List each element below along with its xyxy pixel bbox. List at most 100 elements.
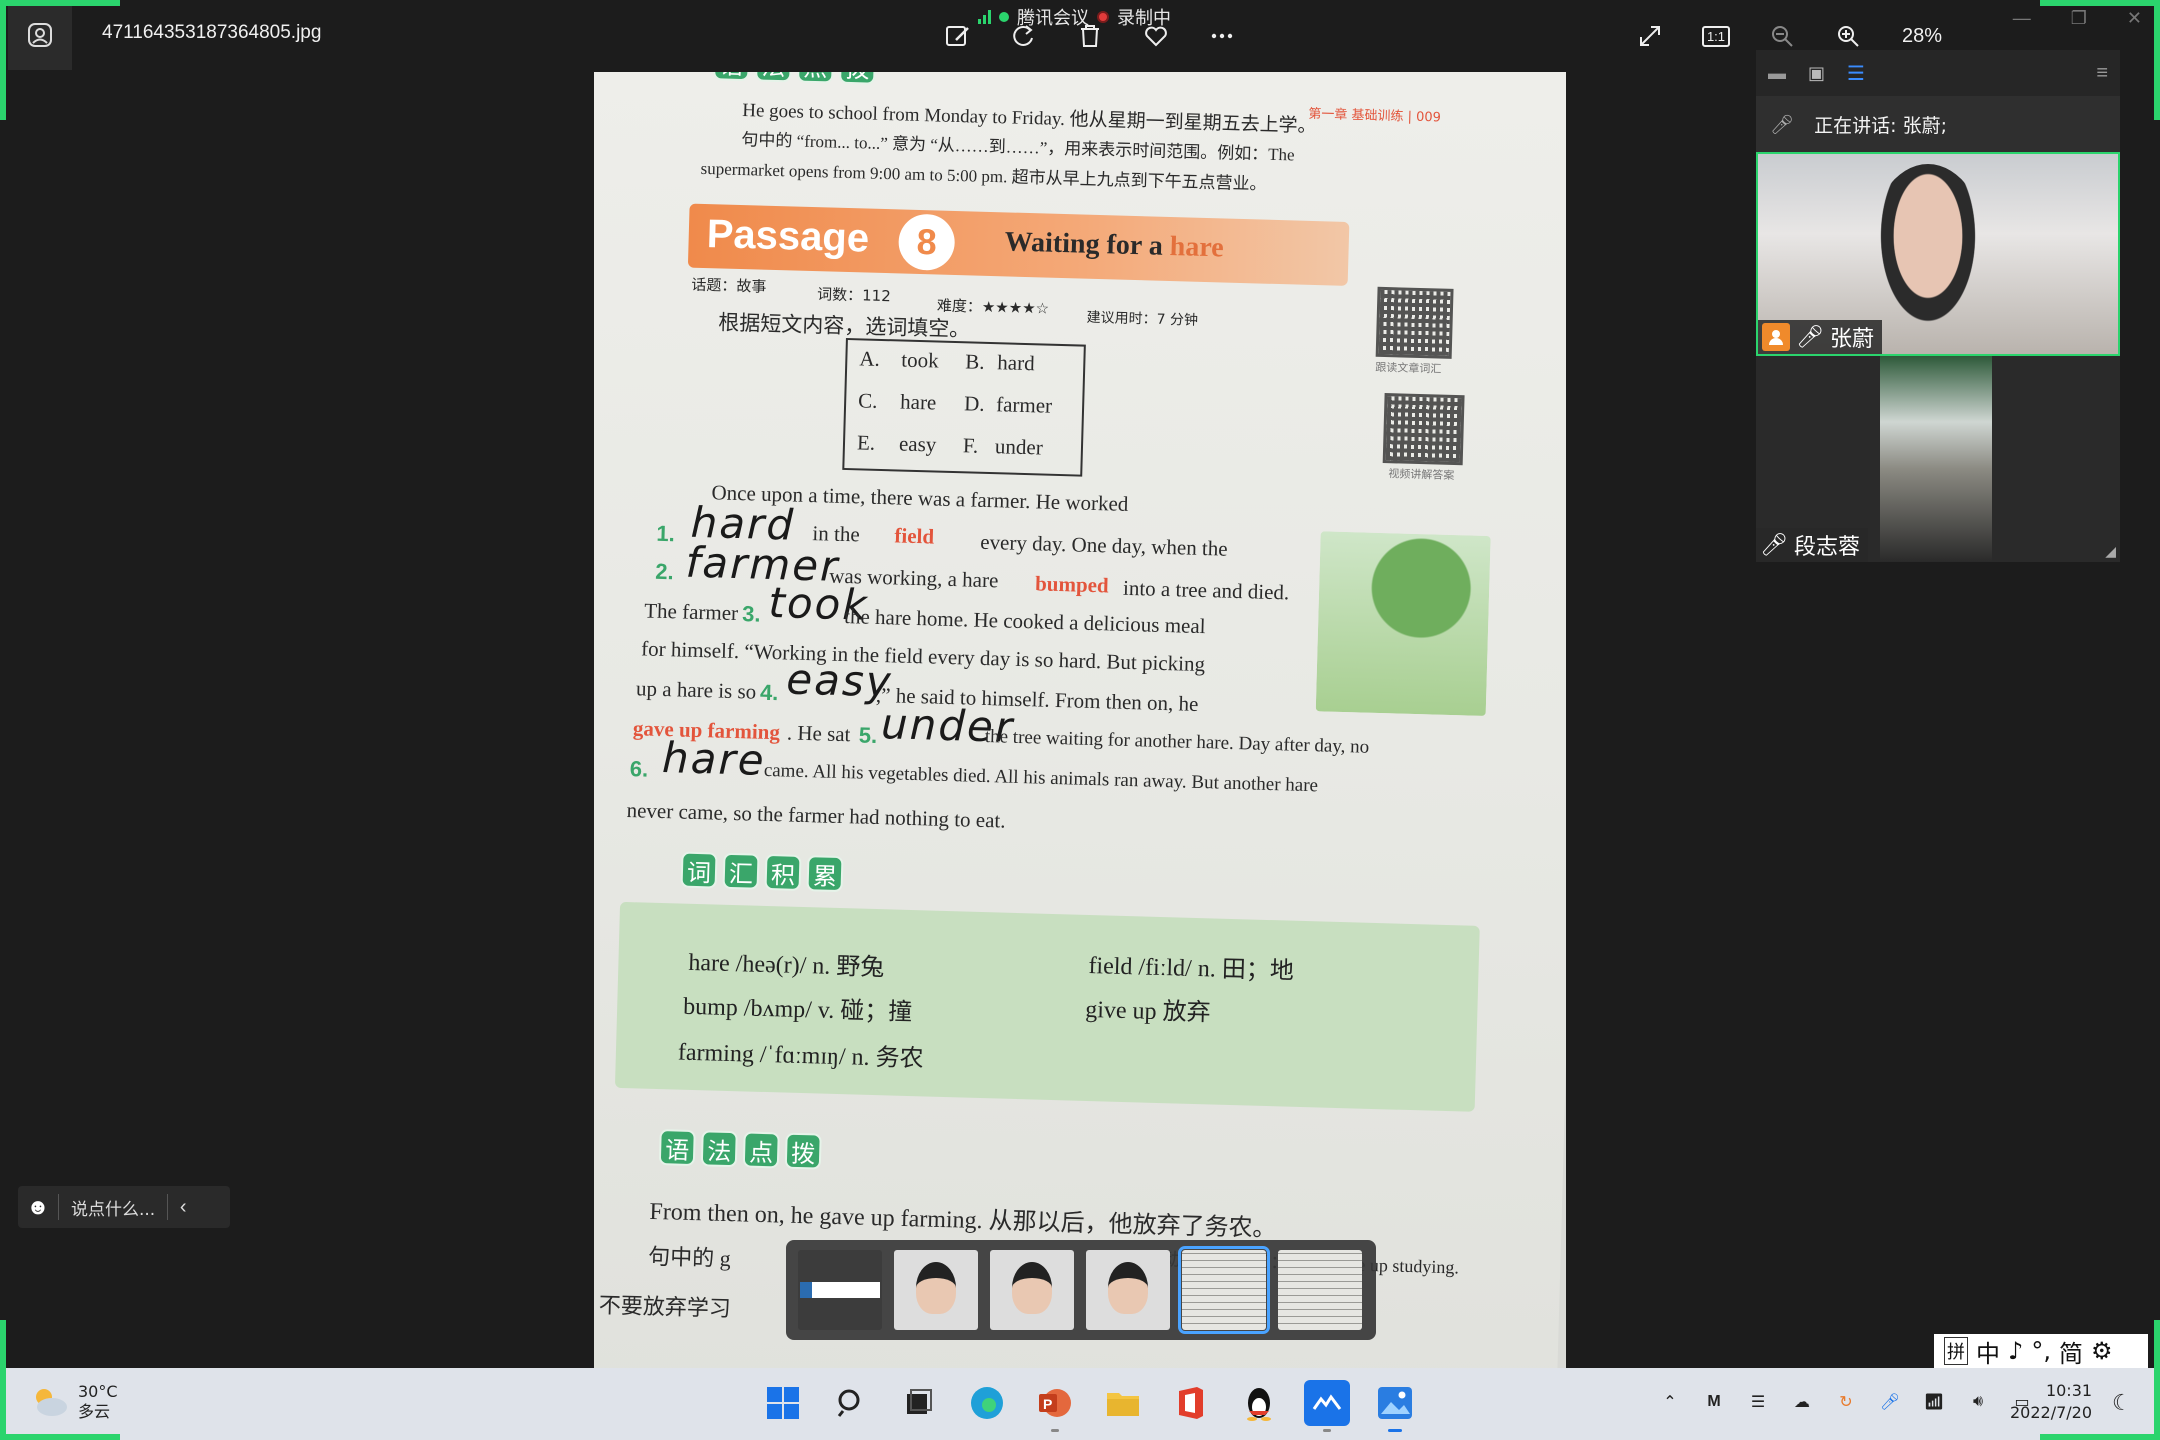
word-bank: A. took B. hard C. hare D. farmer E. eas… xyxy=(842,337,1086,477)
badge-char: 语 xyxy=(658,1129,696,1167)
thumbnail[interactable] xyxy=(990,1250,1074,1330)
qr-code[interactable] xyxy=(1382,393,1465,466)
favorite-button[interactable] xyxy=(1138,18,1174,54)
weather-condition: 多云 xyxy=(78,1402,111,1421)
chat-input[interactable]: 说点什么... xyxy=(59,1195,167,1220)
microphone-icon[interactable]: 🎤︎ xyxy=(1878,1390,1902,1414)
temperature: 30°C xyxy=(78,1382,118,1401)
ime-item[interactable]: °, xyxy=(2031,1337,2051,1365)
chevron-up-icon[interactable]: ⌃ xyxy=(1658,1390,1682,1414)
badge-char: 拨 xyxy=(784,1132,822,1170)
ime-item[interactable]: ♪ xyxy=(2008,1337,2023,1365)
chat-box[interactable]: ☻ 说点什么... ‹ xyxy=(18,1186,230,1228)
running-indicator xyxy=(1388,1429,1402,1432)
qr-caption: 跟读文章词汇 xyxy=(1375,360,1442,376)
search-button[interactable] xyxy=(828,1380,874,1426)
search-icon xyxy=(837,1389,860,1417)
ime-toolbar: 拼 中 ♪ °, 简 ⚙ xyxy=(1934,1334,2148,1368)
passage-line: came. All his vegetables died. All his a… xyxy=(763,759,1319,797)
option-letter: D. xyxy=(963,391,985,416)
whiteboard-app[interactable] xyxy=(1304,1380,1350,1432)
badge-char: 累 xyxy=(806,855,844,893)
weather-widget[interactable]: 30°C 多云 xyxy=(30,1382,118,1422)
badge-char: 法 xyxy=(700,1130,738,1168)
cloud-sun-icon xyxy=(36,1389,67,1416)
fullscreen-button[interactable] xyxy=(1632,18,1668,54)
qq-app[interactable] xyxy=(1236,1380,1282,1426)
start-button[interactable] xyxy=(760,1380,806,1426)
thumbnail-selected[interactable] xyxy=(1178,1246,1270,1334)
app-tray-icon[interactable]: M xyxy=(1702,1390,1726,1414)
menu-icon[interactable]: ≡ xyxy=(2096,62,2108,85)
restore-icon[interactable]: ❐ xyxy=(2071,8,2087,29)
office-app[interactable] xyxy=(1168,1380,1214,1426)
task-view-button[interactable] xyxy=(896,1380,942,1426)
photos-app-icon[interactable] xyxy=(8,0,72,70)
whiteboard-icon xyxy=(1312,1394,1342,1410)
minimize-icon[interactable]: — xyxy=(2013,8,2031,29)
grammar-tip-badges: 语 法 点 拨 xyxy=(658,1129,822,1170)
more-button[interactable] xyxy=(1204,18,1240,54)
powerpoint-app[interactable]: P xyxy=(1032,1380,1078,1432)
window-icon[interactable]: ▣ xyxy=(1808,63,1825,84)
minimize-panel-icon[interactable]: ▬ xyxy=(1768,63,1786,84)
badge-char: 语 xyxy=(713,72,751,82)
emoji-icon[interactable]: ☻ xyxy=(18,1194,58,1220)
passage-line: into a tree and died. xyxy=(1122,575,1290,605)
vocab-entry: field /fiːld/ n. 田；地 xyxy=(1088,953,1295,985)
zoom-in-button[interactable] xyxy=(1830,18,1866,54)
ime-item[interactable]: 拼 xyxy=(1944,1337,1968,1365)
wifi-icon[interactable]: 📶︎ xyxy=(1922,1390,1946,1414)
edge-icon xyxy=(971,1387,1003,1419)
clock-date: 2022/7/20 xyxy=(2010,1403,2093,1422)
onedrive-cloud-icon[interactable]: ☁ xyxy=(1790,1390,1814,1414)
sync-icon[interactable]: ↻ xyxy=(1834,1390,1858,1414)
task-view-icon xyxy=(907,1389,932,1414)
edit-image-button[interactable] xyxy=(940,18,976,54)
file-explorer-app[interactable] xyxy=(1100,1380,1146,1426)
actual-size-button[interactable]: 1:1 xyxy=(1698,18,1734,54)
meta-time: 建议用时：7 分钟 xyxy=(1086,309,1199,329)
image-toolbar xyxy=(940,18,1240,54)
zoom-out-button[interactable] xyxy=(1764,18,1800,54)
close-icon[interactable]: ✕ xyxy=(2127,8,2142,29)
collapse-chevron-icon[interactable]: ‹ xyxy=(168,1196,198,1219)
portrait-thumbnail xyxy=(1108,1262,1148,1314)
zoom-level: 28% xyxy=(1902,24,1943,47)
clock[interactable]: 10:31 2022/7/20 xyxy=(2010,1380,2092,1424)
thumbnail[interactable] xyxy=(798,1250,882,1330)
edge-app[interactable] xyxy=(964,1380,1010,1426)
story-illustration xyxy=(1315,531,1491,716)
resize-handle-icon[interactable]: ◢ xyxy=(2105,543,2116,560)
logo-thumbnail xyxy=(800,1282,880,1298)
blank-number: 1. xyxy=(656,520,676,547)
zoom-in-icon xyxy=(1838,26,1859,47)
system-tray: ⌃ M ☰ ☁ ↻ 🎤︎ 📶︎ 🔊︎ ▭ xyxy=(1658,1390,2034,1414)
photos-app[interactable] xyxy=(1372,1380,1418,1432)
video-tile-speaker[interactable]: 🎤︎ 张蔚 xyxy=(1756,152,2120,356)
passage-line: The farmer xyxy=(643,598,739,626)
thumbnail[interactable] xyxy=(1086,1250,1170,1330)
speaker-icon[interactable]: 🔊︎ xyxy=(1966,1390,1990,1414)
option-word: farmer xyxy=(995,392,1053,418)
layout-icon[interactable]: ☰ xyxy=(1847,61,1865,86)
ime-item[interactable]: 简 xyxy=(2059,1334,2083,1369)
option-letter: C. xyxy=(857,388,878,413)
settings-sliders-icon[interactable]: ☰ xyxy=(1746,1390,1770,1414)
host-icon xyxy=(1762,323,1790,351)
highlight-word: bumped xyxy=(1034,571,1110,598)
ime-item[interactable]: 中 xyxy=(1976,1334,2000,1369)
photo-canvas[interactable]: 语 法 点 拨 第一章 基础训练 | 009 He goes to school… xyxy=(594,72,1566,1368)
window-controls: — ❐ ✕ xyxy=(2013,8,2142,29)
passage-line: the hare home. He cooked a delicious mea… xyxy=(843,604,1206,639)
focus-moon-icon[interactable]: ☾ xyxy=(2112,1390,2132,1416)
ime-item[interactable]: ⚙ xyxy=(2091,1337,2113,1365)
vocab-entry: bump /bʌmp/ v. 碰；撞 xyxy=(682,993,913,1027)
video-tile-participant[interactable]: 🎤︎ 段志蓉 ◢ xyxy=(1756,356,2120,562)
delete-button[interactable] xyxy=(1072,18,1108,54)
thumbnail[interactable] xyxy=(894,1250,978,1330)
thumbnail[interactable] xyxy=(1278,1250,1362,1330)
rotate-button[interactable] xyxy=(1006,18,1042,54)
qr-code[interactable] xyxy=(1375,286,1454,359)
folder-icon xyxy=(1107,1393,1139,1416)
